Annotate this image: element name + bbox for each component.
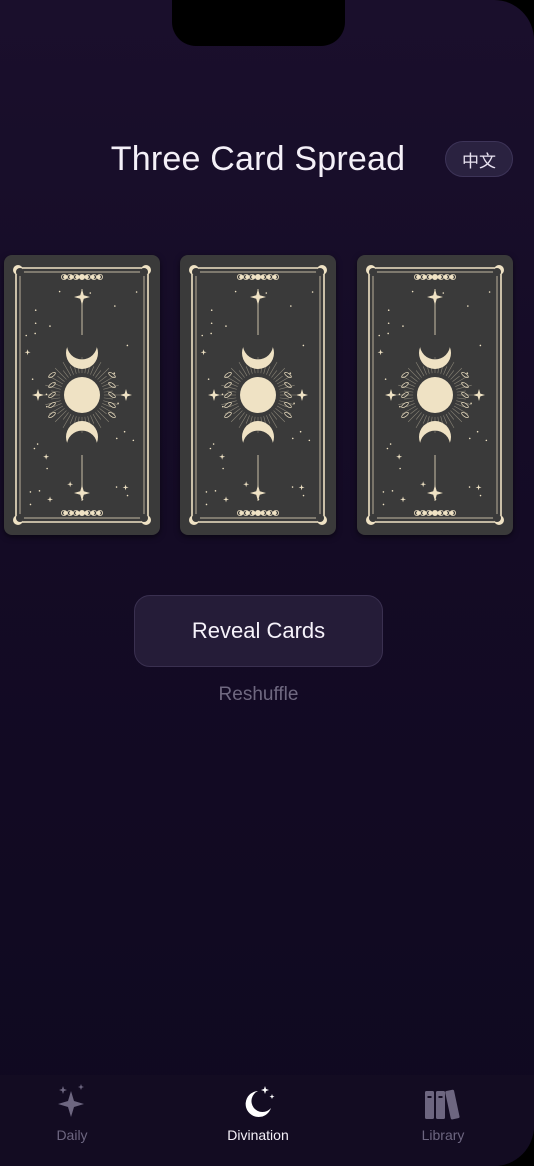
sparkle-icon — [43, 453, 50, 460]
reveal-cards-button[interactable]: Reveal Cards — [134, 595, 383, 667]
sparkle-icon — [298, 484, 305, 491]
tab-label-library: Library — [421, 1127, 465, 1143]
star-icon — [427, 289, 443, 305]
sparkle-icon — [47, 496, 54, 503]
sun-emblem — [240, 377, 276, 413]
sun-emblem — [417, 377, 453, 413]
sparkle-icon — [400, 496, 407, 503]
star-icon — [208, 389, 220, 401]
sparkle-icon — [67, 481, 74, 488]
card-back-artwork — [13, 265, 151, 525]
card-spread — [0, 255, 534, 535]
star-icon — [250, 485, 266, 501]
sun-emblem — [64, 377, 100, 413]
star-icon — [32, 389, 44, 401]
moon-stars-icon — [238, 1081, 278, 1121]
star-icon — [120, 389, 132, 401]
sparkle-icon — [243, 481, 250, 488]
reshuffle-button[interactable]: Reshuffle — [134, 684, 383, 706]
dynamic-island — [172, 0, 345, 46]
sparkle-icon — [219, 453, 226, 460]
star-icon — [250, 289, 266, 305]
tab-divination[interactable]: Divination — [198, 1075, 318, 1155]
sparkle-icon — [24, 349, 31, 356]
sparkle-icon — [475, 484, 482, 491]
card-back-artwork — [189, 265, 327, 525]
card-back-1[interactable] — [4, 255, 160, 535]
star-icon — [74, 485, 90, 501]
card-back-3[interactable] — [357, 255, 513, 535]
star-icon — [473, 389, 485, 401]
sparkle-icon — [396, 453, 403, 460]
star-icon — [385, 389, 397, 401]
tab-bar: Daily Divination Library — [0, 1075, 534, 1166]
books-icon — [423, 1081, 463, 1121]
sparkle-icon — [122, 484, 129, 491]
star-icon — [74, 289, 90, 305]
app-screen: Three Card Spread 中文 Reveal Cards Reshuf… — [0, 0, 534, 1166]
sparkle-icon — [420, 481, 427, 488]
sparkle-icon — [200, 349, 207, 356]
star-icon — [427, 485, 443, 501]
language-toggle-button[interactable]: 中文 — [445, 141, 513, 177]
tab-daily[interactable]: Daily — [12, 1075, 132, 1155]
tab-library[interactable]: Library — [383, 1075, 503, 1155]
tab-label-daily: Daily — [56, 1127, 88, 1143]
star-icon — [296, 389, 308, 401]
sparkles-icon — [52, 1081, 92, 1121]
card-back-2[interactable] — [180, 255, 336, 535]
tab-label-divination: Divination — [227, 1127, 289, 1143]
sparkle-icon — [377, 349, 384, 356]
page-title: Three Card Spread — [110, 140, 406, 178]
sparkle-icon — [223, 496, 230, 503]
card-back-artwork — [366, 265, 504, 525]
